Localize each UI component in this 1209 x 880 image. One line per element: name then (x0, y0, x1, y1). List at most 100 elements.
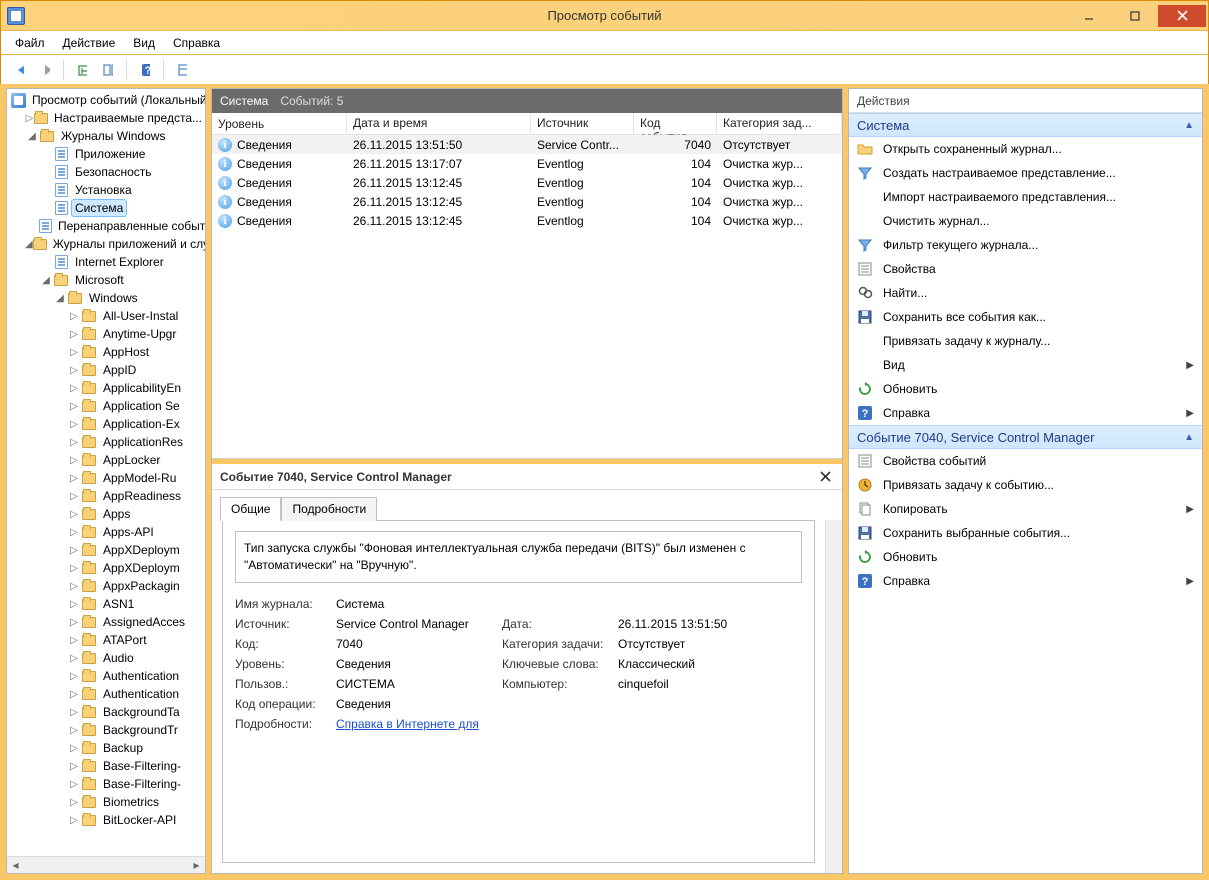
extra-layout-button[interactable] (170, 58, 194, 82)
value-date: 26.11.2015 13:51:50 (618, 617, 802, 631)
tree-folder[interactable]: ▷ATAPort (7, 631, 205, 649)
tree[interactable]: Просмотр событий (Локальный) ▷Настраивае… (7, 89, 205, 856)
event-row[interactable]: iСведения26.11.2015 13:17:07Eventlog104О… (212, 154, 842, 173)
tree-folder[interactable]: ▷Anytime-Upgr (7, 325, 205, 343)
action-item[interactable]: Свойства (849, 257, 1202, 281)
event-list[interactable]: iСведения26.11.2015 13:51:50Service Cont… (212, 135, 842, 230)
tree-folder[interactable]: ▷Audio (7, 649, 205, 667)
maximize-button[interactable] (1112, 5, 1158, 27)
action-item[interactable]: Сохранить выбранные события... (849, 521, 1202, 545)
menu-action[interactable]: Действие (55, 33, 124, 53)
action-item[interactable]: Создать настраиваемое представление... (849, 161, 1202, 185)
tab-details[interactable]: Подробности (281, 497, 377, 521)
action-item[interactable]: Открыть сохраненный журнал... (849, 137, 1202, 161)
menu-help[interactable]: Справка (165, 33, 228, 53)
event-row[interactable]: iСведения26.11.2015 13:12:45Eventlog104О… (212, 211, 842, 230)
tree-folder[interactable]: ▷AppHost (7, 343, 205, 361)
minimize-button[interactable] (1066, 5, 1112, 27)
tree-folder[interactable]: ▷ApplicationRes (7, 433, 205, 451)
tree-horizontal-scrollbar[interactable]: ◂▸ (7, 856, 205, 873)
blank-icon (857, 213, 873, 229)
toolbar-separator (63, 60, 64, 80)
value-opcode: Сведения (336, 697, 496, 711)
label-level: Уровень: (235, 657, 330, 671)
action-item[interactable]: Сохранить все события как... (849, 305, 1202, 329)
tree-folder[interactable]: ▷BackgroundTa (7, 703, 205, 721)
tree-ie: Internet Explorer (7, 253, 205, 271)
back-button[interactable] (7, 58, 31, 82)
action-item[interactable]: Вид▶ (849, 353, 1202, 377)
tree-log-system: Система (7, 199, 205, 217)
tab-general[interactable]: Общие (220, 497, 281, 521)
tree-folder[interactable]: ▷BitLocker-API (7, 811, 205, 829)
tree-folder[interactable]: ▷Application-Ex (7, 415, 205, 433)
action-item[interactable]: Копировать▶ (849, 497, 1202, 521)
col-header-level[interactable]: Уровень (212, 113, 347, 134)
action-item[interactable]: Обновить (849, 545, 1202, 569)
tree-folder[interactable]: ▷BackgroundTr (7, 721, 205, 739)
tree-log-forwarded: Перенаправленные события (7, 217, 205, 235)
filter-new-icon (857, 165, 873, 181)
tree-folder[interactable]: ▷ApplicabilityEn (7, 379, 205, 397)
actions-section-event[interactable]: Событие 7040, Service Control Manager▲ (849, 425, 1202, 449)
tree-log-setup: Установка (7, 181, 205, 199)
tree-folder[interactable]: ▷AppID (7, 361, 205, 379)
action-item[interactable]: Фильтр текущего журнала... (849, 233, 1202, 257)
tree-folder[interactable]: ▷AssignedAcces (7, 613, 205, 631)
action-item[interactable]: Импорт настраиваемого представления... (849, 185, 1202, 209)
event-row[interactable]: iСведения26.11.2015 13:51:50Service Cont… (212, 135, 842, 154)
tree-folder[interactable]: ▷Base-Filtering- (7, 775, 205, 793)
col-header-code[interactable]: Код события (634, 113, 717, 134)
help-button[interactable]: ? (133, 58, 157, 82)
show-tree-button[interactable] (70, 58, 94, 82)
forward-button[interactable] (33, 58, 57, 82)
blank-icon (857, 357, 873, 373)
col-header-category[interactable]: Категория зад... (717, 113, 842, 134)
action-item[interactable]: Очистить журнал... (849, 209, 1202, 233)
actions-section-system[interactable]: Система▲ (849, 113, 1202, 137)
action-item[interactable]: Найти... (849, 281, 1202, 305)
tree-folder[interactable]: ▷Biometrics (7, 793, 205, 811)
tree-folder[interactable]: ▷AppXDeploym (7, 541, 205, 559)
action-item[interactable]: Обновить (849, 377, 1202, 401)
event-row[interactable]: iСведения26.11.2015 13:12:45Eventlog104О… (212, 173, 842, 192)
tree-folder[interactable]: ▷Base-Filtering- (7, 757, 205, 775)
tree-folder[interactable]: ▷Apps (7, 505, 205, 523)
detail-vertical-scrollbar[interactable] (825, 520, 842, 873)
event-row[interactable]: iСведения26.11.2015 13:12:45Eventlog104О… (212, 192, 842, 211)
tree-folder[interactable]: ▷Apps-API (7, 523, 205, 541)
tree-folder[interactable]: ▷Authentication (7, 685, 205, 703)
menu-view[interactable]: Вид (125, 33, 163, 53)
col-header-date[interactable]: Дата и время (347, 113, 531, 134)
action-label: Фильтр текущего журнала... (883, 238, 1038, 252)
tree-folder[interactable]: ▷Application Se (7, 397, 205, 415)
tree-folder[interactable]: ▷AppXDeploym (7, 559, 205, 577)
tree-folder[interactable]: ▷AppModel-Ru (7, 469, 205, 487)
action-item[interactable]: ?Справка▶ (849, 401, 1202, 425)
tree-folder[interactable]: ▷AppReadiness (7, 487, 205, 505)
collapse-icon[interactable]: ▲ (1184, 120, 1194, 131)
link-online-help[interactable]: Справка в Интернете для (336, 717, 479, 731)
close-button[interactable] (1158, 5, 1206, 27)
tree-microsoft: ◢Microsoft (7, 271, 205, 289)
tree-folder[interactable]: ▷AppLocker (7, 451, 205, 469)
detail-close-icon[interactable] (817, 468, 834, 485)
tree-folder[interactable]: ▷AppxPackagin (7, 577, 205, 595)
blank-icon (857, 333, 873, 349)
tree-folder[interactable]: ▷Backup (7, 739, 205, 757)
action-item[interactable]: Свойства событий (849, 449, 1202, 473)
tree-folder[interactable]: ▷Authentication (7, 667, 205, 685)
action-item[interactable]: Привязать задачу к событию... (849, 473, 1202, 497)
label-keywords: Ключевые слова: (502, 657, 612, 671)
tree-folder[interactable]: ▷All-User-Instal (7, 307, 205, 325)
tree-folder[interactable]: ▷ASN1 (7, 595, 205, 613)
window-title: Просмотр событий (1, 8, 1208, 23)
collapse-icon[interactable]: ▲ (1184, 432, 1194, 443)
layout-button[interactable] (96, 58, 120, 82)
list-header[interactable]: Уровень Дата и время Источник Код событи… (212, 113, 842, 135)
detail-title-bar: Событие 7040, Service Control Manager (212, 464, 842, 490)
action-item[interactable]: Привязать задачу к журналу... (849, 329, 1202, 353)
col-header-source[interactable]: Источник (531, 113, 634, 134)
action-item[interactable]: ?Справка▶ (849, 569, 1202, 593)
menu-file[interactable]: Файл (7, 33, 53, 53)
